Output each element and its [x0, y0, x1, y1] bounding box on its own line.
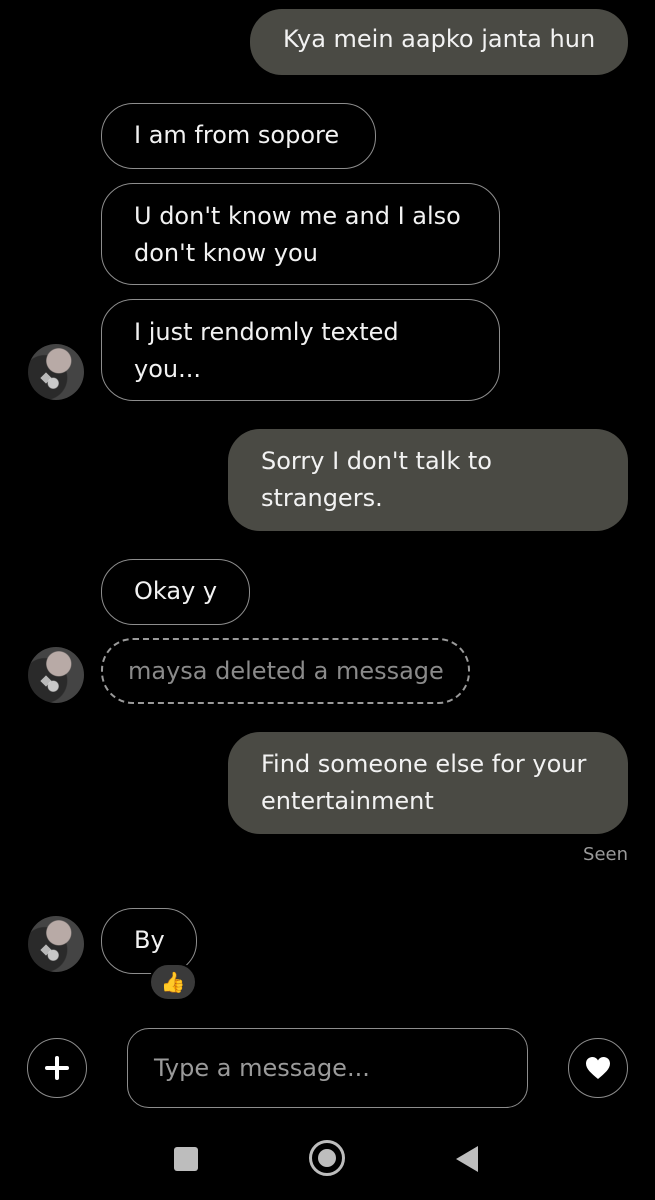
- received-message[interactable]: I just rendomly texted you...: [101, 299, 500, 401]
- system-navigation-bar: [0, 1120, 655, 1200]
- thumbs-up-reaction[interactable]: 👍: [149, 963, 197, 1001]
- sent-message[interactable]: Find someone else for your entertainment: [228, 732, 628, 834]
- seen-status: Seen: [583, 844, 628, 865]
- home-icon[interactable]: [309, 1140, 345, 1176]
- contact-avatar[interactable]: [28, 344, 84, 400]
- message-text-line: entertainment: [261, 787, 434, 815]
- message-text: Kya mein aapko janta hun: [283, 25, 596, 53]
- add-attachment-button[interactable]: [27, 1038, 87, 1098]
- deleted-message-notice: maysa deleted a message: [101, 638, 470, 704]
- received-message[interactable]: Okay y: [101, 559, 250, 625]
- plus-icon: [45, 1056, 69, 1080]
- like-button[interactable]: [568, 1038, 628, 1098]
- message-text: By: [134, 926, 165, 954]
- message-text-line: I just rendomly texted: [134, 318, 399, 346]
- message-input-placeholder: Type a message...: [154, 1054, 370, 1082]
- contact-avatar[interactable]: [28, 916, 84, 972]
- message-text-line: U don't know me and I also: [134, 202, 461, 230]
- message-text-line: strangers.: [261, 484, 383, 512]
- received-message[interactable]: U don't know me and I also don't know yo…: [101, 183, 500, 285]
- thumbs-up-icon: 👍: [160, 970, 186, 994]
- message-text-line: Find someone else for your: [261, 750, 587, 778]
- message-text-line: Sorry I don't talk to: [261, 447, 492, 475]
- message-input[interactable]: Type a message...: [127, 1028, 528, 1108]
- message-text-line: you...: [134, 355, 201, 383]
- sent-message[interactable]: Kya mein aapko janta hun: [250, 9, 628, 75]
- heart-icon: [586, 1057, 610, 1079]
- recent-apps-icon[interactable]: [174, 1147, 198, 1171]
- sent-message[interactable]: Sorry I don't talk to strangers.: [228, 429, 628, 531]
- back-icon[interactable]: [456, 1146, 478, 1172]
- received-message[interactable]: I am from sopore: [101, 103, 376, 169]
- message-text: I am from sopore: [134, 121, 340, 149]
- message-text: Okay y: [134, 577, 218, 605]
- message-text-line: don't know you: [134, 239, 318, 267]
- deleted-message-text: maysa deleted a message: [128, 657, 444, 685]
- contact-avatar[interactable]: [28, 647, 84, 703]
